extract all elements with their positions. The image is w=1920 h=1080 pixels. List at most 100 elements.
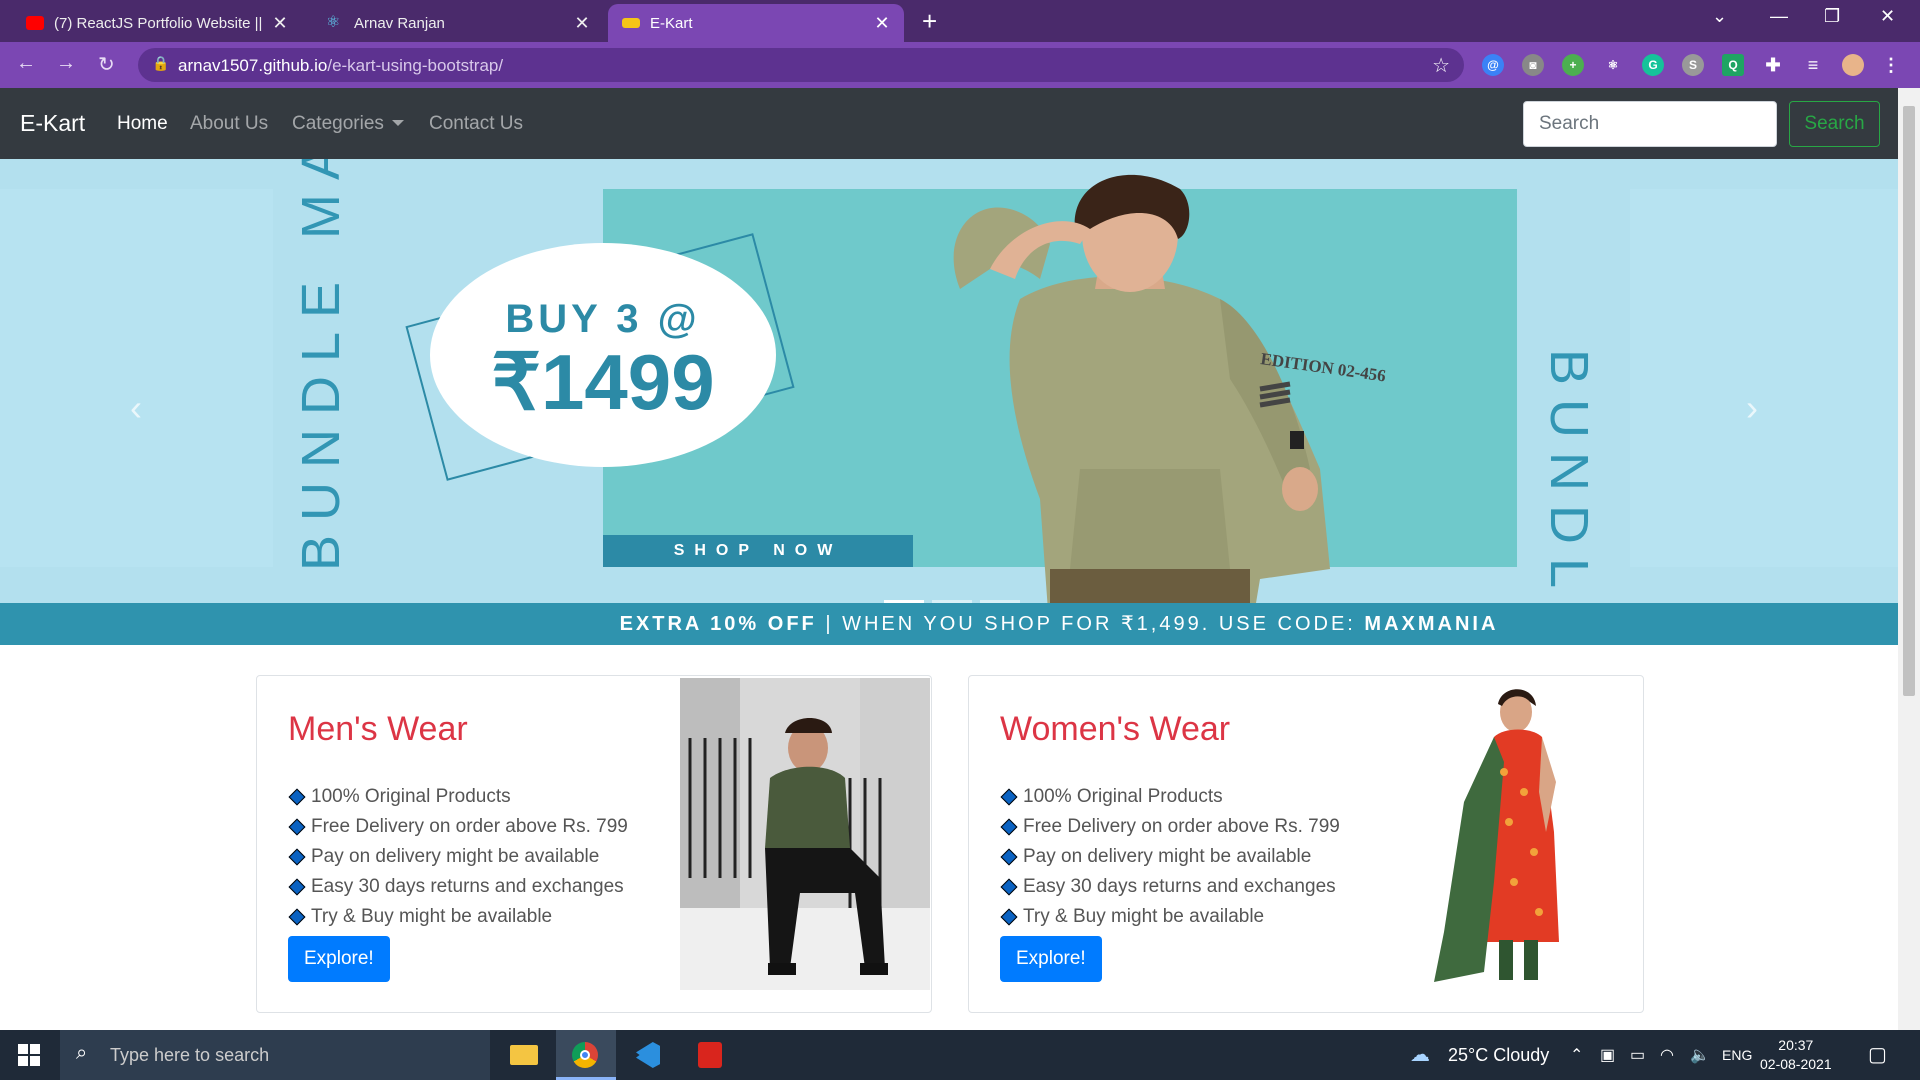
diamond-bullet-icon (288, 818, 306, 836)
chrome-menu-icon[interactable]: ⋮ (1880, 54, 1902, 76)
close-icon[interactable]: ✕ (272, 13, 288, 34)
search-icon: ⌕ (76, 1042, 88, 1064)
new-tab-icon[interactable]: + (922, 6, 937, 37)
extension-a-icon[interactable]: @ (1482, 54, 1504, 76)
diamond-bullet-icon (288, 908, 306, 926)
list-item: Pay on delivery might be available (288, 842, 628, 872)
carousel-prev-icon[interactable]: ‹ (130, 387, 142, 429)
offer-banner-bold: EXTRA 10% OFF (619, 613, 817, 635)
browser-tab-ekart[interactable]: E-Kart ✕ (608, 4, 904, 42)
womens-wear-image (1434, 689, 1559, 982)
list-item: 100% Original Products (288, 782, 628, 812)
camera-extension-icon[interactable]: ◙ (1522, 54, 1544, 76)
mens-wear-title: Men's Wear (288, 710, 468, 748)
lock-icon: 🔒 (152, 55, 170, 71)
diamond-bullet-icon (1000, 908, 1018, 926)
acrobat-icon[interactable] (680, 1030, 740, 1080)
model-image: EDITION 02-456 (953, 174, 1387, 645)
vscode-icon[interactable] (618, 1030, 678, 1080)
browser-tab-youtube[interactable]: (7) ReactJS Portfolio Website || Co ✕ (12, 4, 302, 42)
mens-wear-card: Men's Wear 100% Original Products Free D… (256, 675, 932, 1013)
list-item: Easy 30 days returns and exchanges (1000, 872, 1340, 902)
carousel-indicators (884, 600, 1020, 603)
browser-tab-arnav[interactable]: ⚛ Arnav Ranjan ✕ (312, 4, 604, 42)
search-input[interactable] (1523, 101, 1777, 147)
shop-now-button[interactable]: SHOP NOW (603, 535, 913, 567)
list-item: 100% Original Products (1000, 782, 1340, 812)
carousel-left-panel (0, 189, 273, 567)
nav-home[interactable]: Home (117, 113, 168, 135)
offer-banner: EXTRA 10% OFF | WHEN YOU SHOP FOR ₹1,499… (0, 603, 1898, 645)
reading-list-icon[interactable]: ≡ (1802, 54, 1824, 76)
carousel-indicator-1[interactable] (884, 600, 924, 603)
nav-contact-us[interactable]: Contact Us (429, 113, 523, 135)
close-icon[interactable]: ✕ (874, 13, 890, 34)
page-scrollbar[interactable] (1898, 88, 1920, 1030)
minimize-icon[interactable]: — (1770, 6, 1788, 27)
mens-explore-button[interactable]: Explore! (288, 936, 390, 982)
windows-start-icon[interactable] (18, 1044, 40, 1066)
wifi-icon[interactable]: ◠ (1660, 1045, 1674, 1065)
ekart-favicon-icon (622, 18, 640, 28)
site-navbar: E-Kart Home About Us Categories Contact … (0, 88, 1898, 159)
device-icon[interactable]: ▣ (1600, 1045, 1615, 1065)
nav-about-us[interactable]: About Us (190, 113, 268, 135)
notification-icon[interactable]: ▢ (1868, 1042, 1887, 1067)
close-window-icon[interactable]: ✕ (1880, 6, 1895, 27)
carousel-next-icon[interactable]: › (1746, 387, 1758, 429)
hero-carousel: BUNDLE MANIA BUNDLE MANIA BUY 3 @ ₹1499 … (0, 159, 1898, 645)
tab-search-icon[interactable]: ⌄ (1712, 6, 1727, 27)
womens-explore-button[interactable]: Explore! (1000, 936, 1102, 982)
carousel-indicator-2[interactable] (932, 600, 972, 603)
browser-tab-bar: (7) ReactJS Portfolio Website || Co ✕ ⚛ … (0, 0, 1920, 42)
volume-icon[interactable]: 🔈 (1690, 1045, 1710, 1065)
carousel-indicator-3[interactable] (980, 600, 1020, 603)
clock-date: 02-08-2021 (1760, 1056, 1832, 1072)
search-button[interactable]: Search (1789, 101, 1880, 147)
womens-features-list: 100% Original Products Free Delivery on … (1000, 782, 1340, 932)
back-icon[interactable]: ← (16, 52, 36, 75)
react-devtools-icon[interactable]: ⚛ (1602, 54, 1624, 76)
browser-toolbar: ← → ↻ 🔒 arnav1507.github.io/e-kart-using… (0, 42, 1920, 88)
chrome-taskbar-icon[interactable] (556, 1030, 616, 1080)
nav-categories-dropdown[interactable]: Categories (292, 113, 404, 135)
extensions-puzzle-icon[interactable]: ✚ (1762, 54, 1784, 76)
brand-logo[interactable]: E-Kart (20, 110, 85, 137)
youtube-icon (26, 16, 44, 30)
battery-icon[interactable]: ▭ (1630, 1045, 1645, 1065)
list-item: Free Delivery on order above Rs. 799 (288, 812, 628, 842)
bookmark-star-icon[interactable]: ☆ (1432, 53, 1450, 78)
screen: (7) ReactJS Portfolio Website || Co ✕ ⚛ … (0, 0, 1920, 1080)
offer-price: ₹1499 (491, 338, 715, 426)
mens-features-list: 100% Original Products Free Delivery on … (288, 782, 628, 932)
offer-banner-code: MAXMANIA (1364, 613, 1499, 635)
profile-avatar[interactable] (1842, 54, 1864, 76)
reload-icon[interactable]: ↻ (98, 52, 115, 77)
extension-s-icon[interactable]: S (1682, 54, 1704, 76)
weather-text[interactable]: 25°C Cloudy (1448, 1045, 1549, 1066)
scrollbar-thumb[interactable] (1903, 106, 1915, 696)
taskbar-search-placeholder: Type here to search (110, 1045, 270, 1065)
diamond-bullet-icon (1000, 878, 1018, 896)
restore-icon[interactable]: ❐ (1824, 6, 1840, 27)
taskbar-search-box[interactable]: ⌕ Type here to search (60, 1030, 490, 1080)
mens-wear-image (680, 678, 930, 990)
close-icon[interactable]: ✕ (574, 13, 590, 34)
list-item: Easy 30 days returns and exchanges (288, 872, 628, 902)
taskbar-clock[interactable]: 20:37 02-08-2021 (1760, 1036, 1832, 1074)
cloudy-weather-icon[interactable]: ☁ (1410, 1042, 1430, 1067)
diamond-bullet-icon (288, 878, 306, 896)
list-item: Try & Buy might be available (288, 902, 628, 932)
language-indicator[interactable]: ENG (1722, 1047, 1752, 1063)
extension-q-icon[interactable]: Q (1722, 54, 1744, 76)
bundle-mania-right-text: BUNDLE MANIA (1539, 349, 1599, 645)
forward-icon[interactable]: → (56, 52, 76, 75)
tray-chevron-up-icon[interactable]: ⌃ (1570, 1045, 1583, 1065)
address-bar[interactable]: 🔒 arnav1507.github.io/e-kart-using-boots… (138, 48, 1464, 82)
windows-taskbar: ⌕ Type here to search ☁ 25°C Cloudy ⌃ ▣ … (0, 1030, 1920, 1080)
plus-extension-icon[interactable]: + (1562, 54, 1584, 76)
react-icon: ⚛ (326, 14, 341, 31)
grammarly-icon[interactable]: G (1642, 54, 1664, 76)
offer-banner-text: WHEN YOU SHOP FOR ₹1,499. USE CODE: (842, 613, 1356, 635)
file-explorer-icon[interactable] (494, 1030, 554, 1080)
